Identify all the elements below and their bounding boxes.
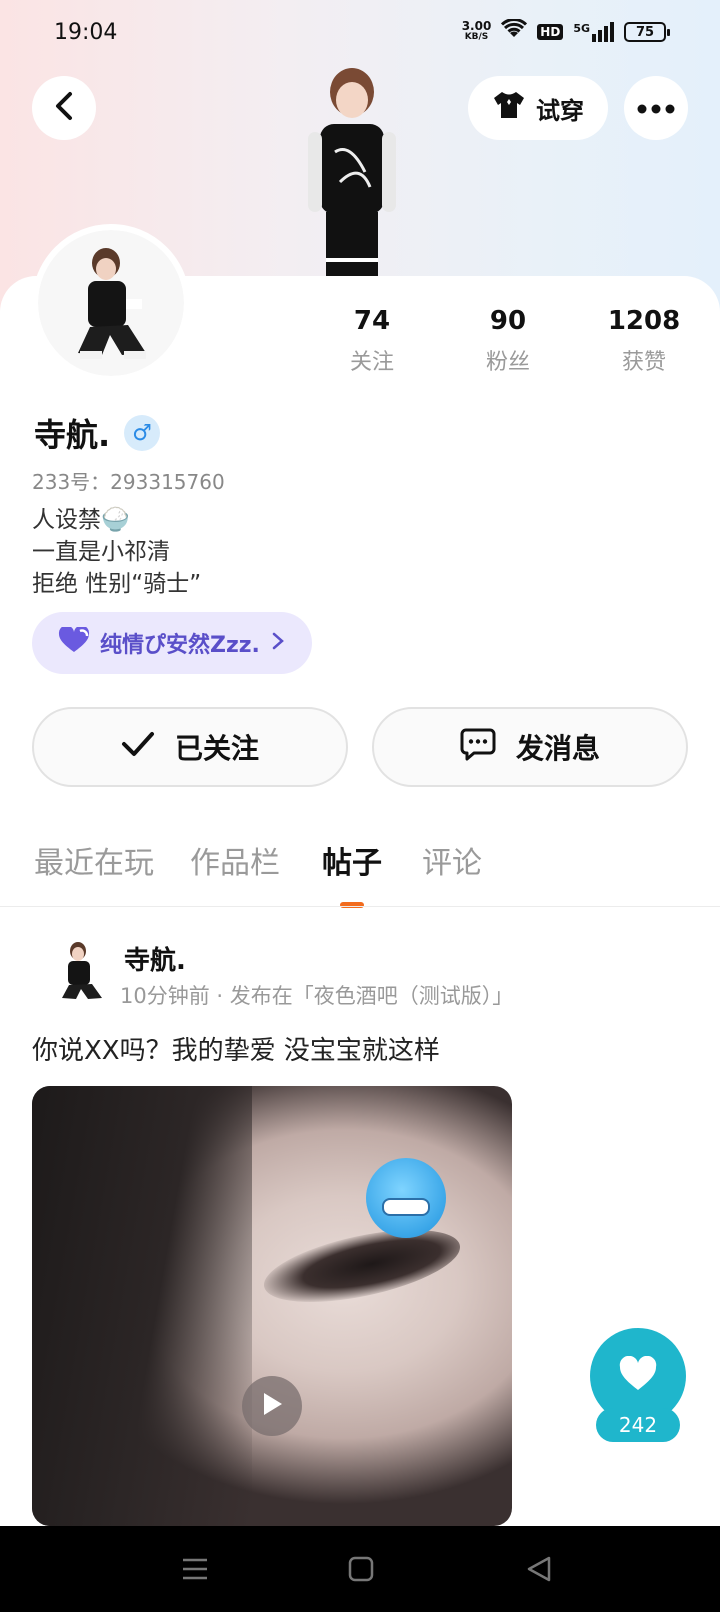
- followed-label: 已关注: [174, 732, 259, 765]
- signal-label: 5G: [573, 22, 590, 35]
- relationship-tag-label: 纯情ぴ安然Zzz.: [100, 633, 260, 658]
- username-text: 寺航.: [34, 416, 111, 454]
- hd-badge: HD: [537, 24, 564, 40]
- network-speed-unit: KB/S: [464, 32, 489, 42]
- stat-followers-label: 粉丝: [485, 350, 530, 375]
- chevron-left-icon: [53, 91, 75, 125]
- stat-followers-value: 90: [489, 306, 527, 336]
- more-options-button[interactable]: [624, 76, 688, 140]
- battery-level: 75: [635, 24, 655, 40]
- post-text: 你说XX吗？我的挚爱 没宝宝就这样: [32, 1036, 440, 1066]
- tab-recently-played[interactable]: 最近在玩: [34, 838, 154, 882]
- active-tab-indicator: [340, 902, 364, 908]
- menu-icon[interactable]: [178, 1552, 212, 1586]
- stat-followers[interactable]: 90 粉丝: [448, 306, 568, 376]
- network-speed: 3.00 KB/S: [461, 19, 492, 43]
- chat-bubble-icon: [460, 727, 496, 768]
- stat-following-label: 关注: [349, 350, 394, 375]
- bio: 人设禁🍚 一直是小祁清 拒绝 性别“骑士”: [32, 504, 201, 600]
- back-icon[interactable]: [522, 1552, 556, 1586]
- cellular-signal-icon: 5G: [573, 22, 614, 42]
- post-meta: 10分钟前 · 发布在「夜色酒吧（测试版）」: [120, 984, 514, 1008]
- avatar-3d-figure[interactable]: [290, 62, 414, 276]
- bio-line: 一直是小祁清: [32, 539, 170, 565]
- checkmark-icon: [121, 731, 155, 764]
- thumbnail-eye: [257, 1215, 467, 1317]
- heart-icon: [618, 1355, 658, 1396]
- bio-line: 人设禁🍚: [32, 507, 130, 533]
- post-video-thumbnail[interactable]: [32, 1086, 512, 1526]
- status-time: 19:04: [54, 19, 118, 45]
- try-on-button[interactable]: 试穿: [468, 76, 608, 140]
- play-icon: [260, 1391, 284, 1421]
- thumbnail-hair: [32, 1086, 252, 1526]
- stat-likes[interactable]: 1208 获赞: [584, 306, 704, 376]
- post-author-avatar[interactable]: [56, 940, 110, 1002]
- relationship-tag[interactable]: 纯情ぴ安然Zzz.: [32, 612, 312, 674]
- heart-icon: [58, 625, 90, 659]
- avatar[interactable]: [32, 224, 190, 382]
- battery-icon: 75: [624, 22, 670, 42]
- status-icons: 3.00 KB/S HD 5G 75: [461, 18, 670, 45]
- post-author-name[interactable]: 寺航.: [124, 940, 186, 977]
- network-speed-value: 3.00: [461, 19, 492, 33]
- stat-following-value: 74: [353, 306, 391, 336]
- bio-line: 拒绝 性别“骑士”: [32, 571, 202, 597]
- like-count: 242: [596, 1408, 680, 1442]
- male-gender-icon: ♂: [124, 415, 161, 451]
- tshirt-icon: [492, 90, 526, 126]
- avatar-image: [38, 230, 184, 376]
- freezing-face-emoji-icon: [366, 1158, 446, 1238]
- wifi-icon: [501, 18, 528, 45]
- try-on-label: 试穿: [536, 96, 584, 125]
- home-icon[interactable]: [344, 1552, 378, 1586]
- tab-comments[interactable]: 评论: [422, 838, 482, 882]
- tab-works[interactable]: 作品栏: [190, 838, 280, 882]
- status-bar: 19:04 3.00 KB/S HD 5G 75: [0, 0, 720, 64]
- stat-likes-value: 1208: [607, 306, 681, 336]
- send-message-button[interactable]: 发消息: [372, 707, 688, 787]
- stat-likes-label: 获赞: [621, 350, 666, 375]
- more-dots-icon: [637, 99, 675, 118]
- followed-button[interactable]: 已关注: [32, 707, 348, 787]
- tabs-divider: [0, 906, 720, 907]
- tab-posts[interactable]: 帖子: [322, 838, 382, 882]
- chevron-right-icon: [272, 631, 284, 656]
- profile-tabs: 最近在玩 作品栏 帖子 评论: [0, 838, 720, 908]
- profile-username: 寺航. ♂: [34, 410, 161, 456]
- user-id: 233号：293315760: [32, 470, 225, 494]
- send-message-label: 发消息: [515, 732, 600, 765]
- stat-following[interactable]: 74 关注: [312, 306, 432, 376]
- back-button[interactable]: [32, 76, 96, 140]
- play-button[interactable]: [242, 1376, 302, 1436]
- system-navigation-bar: [0, 1526, 720, 1612]
